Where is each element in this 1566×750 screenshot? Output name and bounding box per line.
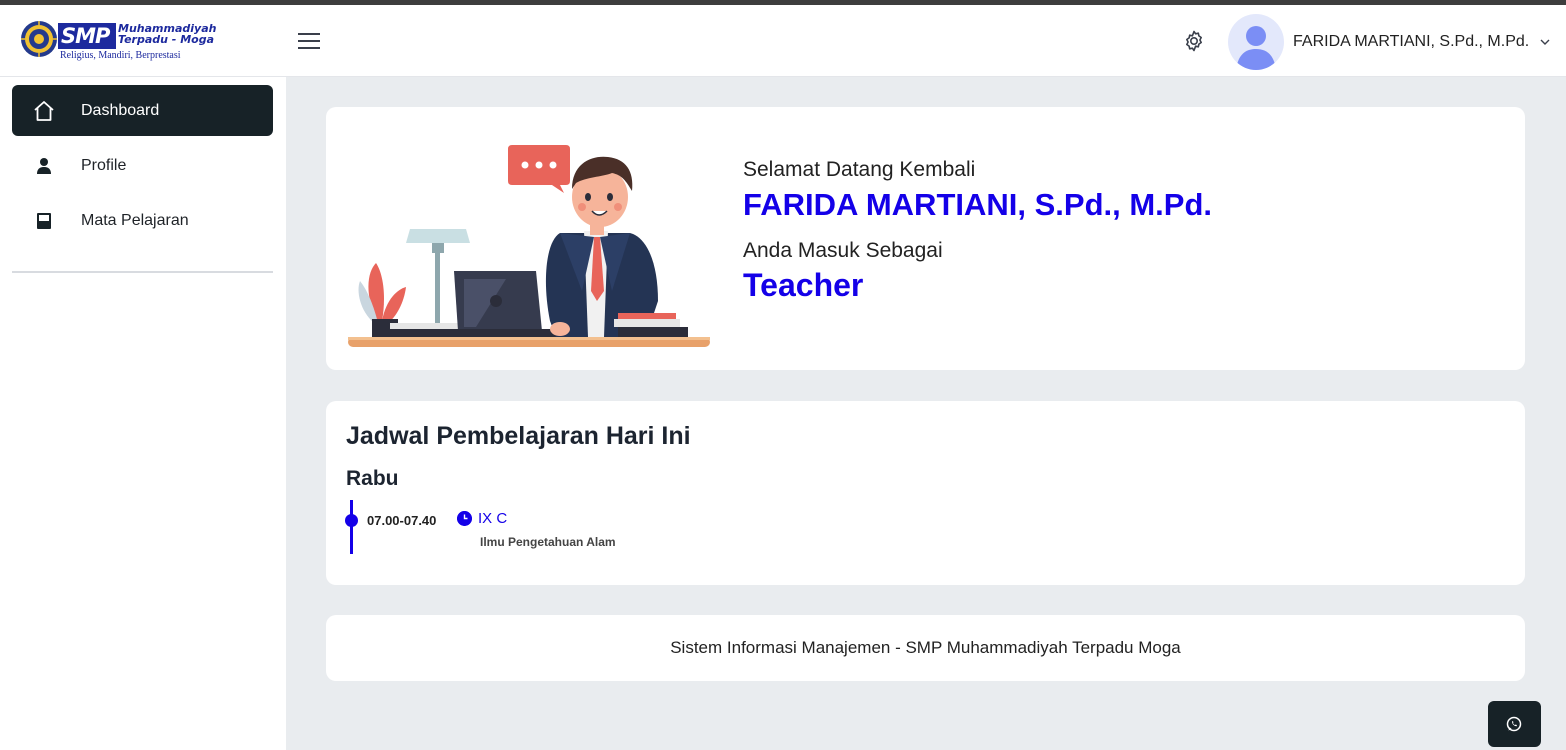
timeline-dot: [345, 514, 358, 527]
gear-icon[interactable]: [1182, 29, 1206, 53]
top-header: SMP Muhammadiyah Terpadu - Moga Religius…: [0, 5, 1566, 77]
footer-text: Sistem Informasi Manajemen - SMP Muhamma…: [670, 638, 1181, 657]
sidebar-item-profile[interactable]: Profile: [12, 140, 273, 191]
chevron-down-icon: [1540, 39, 1550, 45]
schedule-day: Rabu: [346, 467, 399, 490]
role-value: Teacher: [743, 267, 864, 303]
whatsapp-icon: [1506, 716, 1522, 732]
footer: Sistem Informasi Manajemen - SMP Muhamma…: [326, 615, 1525, 681]
schedule-subject: Ilmu Pengetahuan Alam: [480, 535, 616, 549]
welcome-card: Selamat Datang Kembali FARIDA MARTIANI, …: [326, 107, 1525, 370]
user-menu[interactable]: FARIDA MARTIANI, S.Pd., M.Pd.: [1228, 13, 1551, 71]
avatar: [1228, 14, 1284, 70]
welcome-greeting: Selamat Datang Kembali: [743, 158, 976, 181]
welcome-user-name: FARIDA MARTIANI, S.Pd., M.Pd.: [743, 187, 1213, 222]
hamburger-icon[interactable]: [298, 31, 320, 51]
book-icon: [37, 213, 51, 229]
sidebar-item-label: Mata Pelajaran: [81, 211, 189, 229]
sidebar-item-mata-pelajaran[interactable]: Mata Pelajaran: [12, 195, 273, 246]
logo-tagline: Religius, Mandiri, Berprestasi: [60, 50, 181, 61]
schedule-title: Jadwal Pembelajaran Hari Ini: [346, 422, 691, 450]
sidebar: Dashboard Profile Mata Pelajaran: [0, 77, 286, 750]
user-name: FARIDA MARTIANI, S.Pd., M.Pd.: [1293, 33, 1530, 50]
user-avatar-icon: [1236, 26, 1276, 70]
timeline-line: [350, 500, 353, 554]
schedule-class[interactable]: IX C: [478, 510, 507, 527]
sidebar-item-dashboard[interactable]: Dashboard: [12, 85, 273, 136]
teacher-illustration: [348, 145, 710, 347]
school-logo[interactable]: SMP Muhammadiyah Terpadu - Moga Religius…: [20, 19, 220, 63]
home-icon: [34, 101, 54, 121]
sidebar-divider: [12, 271, 273, 273]
sidebar-item-label: Dashboard: [81, 101, 160, 119]
schedule-card: Jadwal Pembelajaran Hari Ini Rabu 07.00-…: [326, 401, 1525, 585]
user-icon: [37, 158, 51, 174]
whatsapp-button[interactable]: [1488, 701, 1541, 747]
logo-subtext: Muhammadiyah Terpadu - Moga: [118, 22, 217, 46]
schedule-time: 07.00-07.40: [367, 513, 437, 528]
logo-smp-text: SMP: [58, 23, 116, 49]
role-label: Anda Masuk Sebagai: [743, 239, 943, 262]
clock-icon: [457, 511, 472, 526]
school-emblem-icon: [21, 21, 57, 57]
sidebar-item-label: Profile: [81, 156, 127, 174]
